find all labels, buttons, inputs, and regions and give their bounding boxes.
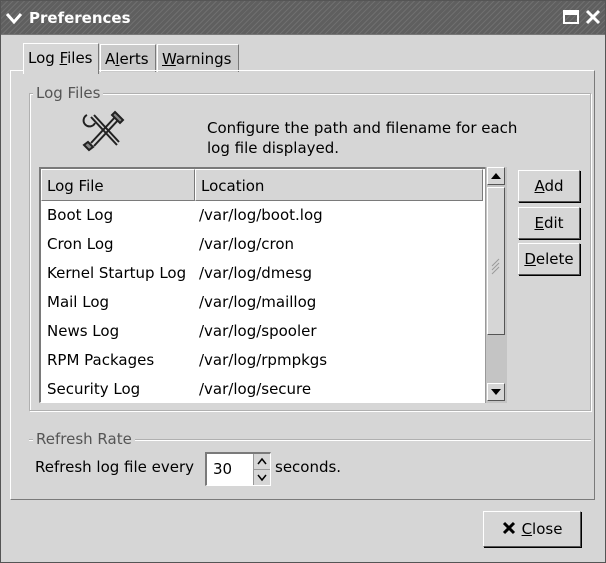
log-name-cell: Boot Log <box>47 206 114 224</box>
location-cell: /var/log/secure <box>199 380 312 398</box>
table-row[interactable]: News Log /var/log/spooler <box>41 317 485 346</box>
scroll-up-button[interactable] <box>487 167 505 185</box>
window-menu-icon[interactable] <box>5 9 23 27</box>
table-row[interactable]: Mail Log /var/log/maillog <box>41 288 485 317</box>
tab-warnings[interactable]: Warnings <box>157 44 239 72</box>
button-key: D <box>524 250 536 268</box>
log-name-cell: Security Log <box>47 380 141 398</box>
close-button[interactable]: Close <box>483 511 581 547</box>
tab-label-pre: A <box>105 50 116 68</box>
scroll-down-button[interactable] <box>487 383 505 401</box>
button-label: dd <box>544 177 564 195</box>
button-label: lose <box>532 520 563 538</box>
button-label: elete <box>535 250 574 268</box>
description-line: Configure the path and filename for each <box>207 119 518 137</box>
tab-label-post: iles <box>67 49 93 67</box>
button-key: E <box>534 214 544 232</box>
table-row[interactable]: Kernel Startup Log /var/log/dmesg <box>41 259 485 288</box>
location-cell: /var/log/rpmpkgs <box>199 351 328 369</box>
refresh-prefix-label: Refresh log file every <box>35 458 195 476</box>
button-key: A <box>534 177 545 195</box>
location-cell: /var/log/maillog <box>199 293 317 311</box>
maximize-icon[interactable] <box>561 7 581 27</box>
spinner-buttons[interactable] <box>253 454 270 485</box>
log-name-cell: Mail Log <box>47 293 110 311</box>
refresh-interval-value[interactable]: 30 <box>213 460 232 478</box>
button-key: C <box>521 520 533 538</box>
tab-label-post: arnings <box>175 50 232 68</box>
preferences-window: Preferences Log Files Alerts Warnings Lo… <box>0 0 606 563</box>
grip-icon <box>491 258 500 275</box>
location-cell: /var/log/dmesg <box>199 264 312 282</box>
log-name-cell: RPM Packages <box>47 351 155 369</box>
tab-label-pre: Log <box>28 49 60 67</box>
tab-label-key: W <box>162 50 176 68</box>
spinner-arrows-icon[interactable] <box>254 454 270 485</box>
list-scrollbar[interactable] <box>485 167 507 403</box>
table-row[interactable]: RPM Packages /var/log/rpmpkgs <box>41 346 485 375</box>
table-row[interactable]: Boot Log /var/log/boot.log <box>41 201 485 230</box>
location-cell: /var/log/cron <box>199 235 295 253</box>
close-x-icon <box>502 521 515 535</box>
location-cell: /var/log/spooler <box>199 322 317 340</box>
table-row[interactable]: Cron Log /var/log/cron <box>41 230 485 259</box>
edit-button[interactable]: Edit <box>518 207 580 239</box>
log-files-description: Configure the path and filename for each… <box>207 118 517 158</box>
title-bar[interactable]: Preferences <box>1 1 605 35</box>
table-row[interactable]: Security Log /var/log/secure <box>41 375 485 402</box>
log-name-cell: News Log <box>47 322 120 340</box>
log-name-cell: Cron Log <box>47 235 114 253</box>
log-files-frame-label: Log Files <box>33 84 104 102</box>
tab-log-files[interactable]: Log Files <box>23 43 99 74</box>
tools-icon <box>82 110 125 152</box>
refresh-rate-frame-label: Refresh Rate <box>33 430 135 448</box>
tab-alerts[interactable]: Alerts <box>100 44 156 72</box>
add-button[interactable]: Add <box>518 170 580 202</box>
window-title: Preferences <box>29 9 131 27</box>
close-icon[interactable] <box>583 7 603 27</box>
delete-button[interactable]: Delete <box>518 243 580 275</box>
location-cell: /var/log/boot.log <box>199 206 323 224</box>
refresh-suffix-label: seconds. <box>275 458 342 476</box>
tab-label-post: erts <box>119 50 149 68</box>
log-name-cell: Kernel Startup Log <box>47 264 187 282</box>
log-file-list[interactable]: Log File Location Boot Log /var/log/boot… <box>39 167 505 403</box>
arrow-down-icon <box>491 389 501 395</box>
tab-label-key: F <box>59 49 68 67</box>
column-header-location[interactable]: Location <box>195 169 483 201</box>
description-line: log file displayed. <box>207 139 340 157</box>
scroll-thumb[interactable] <box>487 187 505 335</box>
arrow-up-icon <box>491 173 501 179</box>
refresh-interval-spinner[interactable]: 30 <box>205 452 271 486</box>
button-label: dit <box>543 214 564 232</box>
column-header-log-file[interactable]: Log File <box>41 169 195 201</box>
